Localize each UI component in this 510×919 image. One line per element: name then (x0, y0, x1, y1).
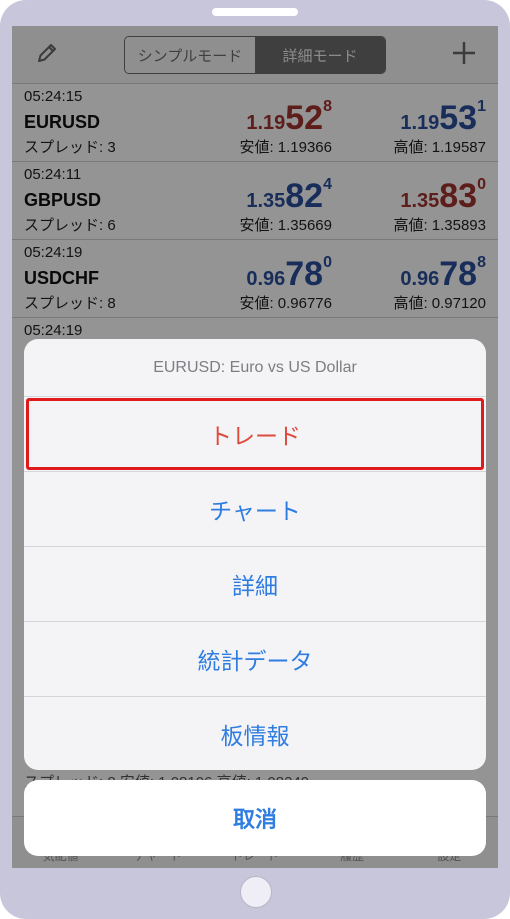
action-sheet-title: EURUSD: Euro vs US Dollar (24, 339, 486, 397)
speaker-slot (212, 8, 298, 16)
action-details-button[interactable]: 詳細 (24, 547, 486, 622)
phone-frame: シンプルモード 詳細モード 05:24:15 EURUSD スプレッド: 3 1… (0, 0, 510, 919)
action-trade-button[interactable]: トレード (24, 397, 486, 472)
cancel-button[interactable]: 取消 (24, 780, 486, 856)
action-sheet: EURUSD: Euro vs US Dollar トレード チャート 詳細 統… (24, 339, 486, 770)
app-screen: シンプルモード 詳細モード 05:24:15 EURUSD スプレッド: 3 1… (12, 26, 498, 868)
action-chart-button[interactable]: チャート (24, 472, 486, 547)
home-button[interactable] (240, 876, 272, 908)
action-statistics-button[interactable]: 統計データ (24, 622, 486, 697)
action-depth-of-market-button[interactable]: 板情報 (24, 697, 486, 770)
